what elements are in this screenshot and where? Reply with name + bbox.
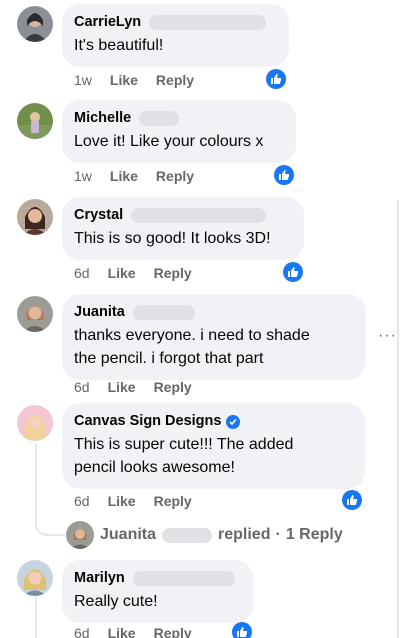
reply-button[interactable]: Reply [154, 265, 192, 281]
commenter-name[interactable]: Crystal [74, 206, 123, 225]
comment-actions: 6d Like Reply [74, 493, 192, 509]
redacted-surname [149, 15, 267, 30]
redacted-surname [131, 208, 267, 223]
reply-button[interactable]: Reply [154, 625, 192, 638]
verified-badge-icon [226, 414, 241, 429]
comment-actions: 6d Like Reply [74, 625, 192, 638]
thumbs-up-icon[interactable] [274, 165, 294, 185]
reply-action-text: replied [218, 526, 271, 543]
avatar[interactable] [17, 199, 53, 235]
comment-text-line-2: pencil looks awesome! [74, 459, 235, 476]
commenter-name[interactable]: Marilyn [74, 569, 125, 588]
reply-thread-line [35, 444, 65, 536]
reply-thread-line [35, 597, 37, 638]
view-replies-link[interactable]: Juanita replied · 1 Reply [66, 521, 343, 549]
avatar[interactable] [17, 296, 53, 332]
comment-actions: 1w Like Reply [74, 72, 194, 88]
comment-bubble[interactable]: CarrieLyn It's beautiful! [62, 4, 289, 67]
comment-text: Love it! Like your colours x [74, 133, 264, 150]
thumbs-up-icon[interactable] [232, 622, 252, 638]
timestamp[interactable]: 6d [74, 379, 90, 395]
comment-bubble[interactable]: Juanita thanks everyone. i need to shade… [62, 294, 366, 380]
reply-author-name: Juanita [100, 526, 157, 543]
like-button[interactable]: Like [108, 625, 136, 638]
thumbs-up-icon[interactable] [342, 490, 362, 510]
comment-actions: 6d Like Reply [74, 265, 192, 281]
redacted-surname [132, 305, 195, 320]
avatar[interactable] [17, 103, 53, 139]
comment-actions: 1w Like Reply [74, 168, 194, 184]
comment-text: This is so good! It looks 3D! [74, 230, 271, 247]
commenter-name[interactable]: Juanita [74, 303, 125, 322]
like-button[interactable]: Like [108, 265, 136, 281]
timestamp[interactable]: 1w [74, 72, 92, 88]
avatar [66, 521, 94, 549]
commenter-name[interactable]: Canvas Sign Designs [74, 412, 221, 431]
commenter-name[interactable]: Michelle [74, 109, 131, 128]
redacted-surname [132, 571, 235, 586]
comment-text-line-1: thanks everyone. i need to shade [74, 327, 310, 344]
timestamp[interactable]: 6d [74, 493, 90, 509]
separator-dot: · [275, 526, 281, 543]
timestamp[interactable]: 1w [74, 168, 92, 184]
reply-count: 1 Reply [285, 526, 343, 543]
avatar[interactable] [17, 405, 53, 441]
timestamp[interactable]: 6d [74, 625, 90, 638]
comment-bubble[interactable]: Marilyn Really cute! [62, 560, 253, 623]
comment-text: Really cute! [74, 593, 158, 610]
comment-bubble[interactable]: Canvas Sign Designs This is super cute!!… [62, 403, 365, 489]
commenter-name[interactable]: CarrieLyn [74, 13, 141, 32]
scroll-edge-divider [397, 200, 399, 638]
comment-bubble[interactable]: Crystal This is so good! It looks 3D! [62, 197, 304, 260]
timestamp[interactable]: 6d [74, 265, 90, 281]
like-button[interactable]: Like [108, 379, 136, 395]
redacted-surname [139, 111, 180, 126]
comment-text-line-2: the pencil. i forgot that part [74, 350, 264, 367]
like-button[interactable]: Like [110, 72, 138, 88]
comment-actions: 6d Like Reply [74, 379, 192, 395]
reply-button[interactable]: Reply [156, 168, 194, 184]
reply-button[interactable]: Reply [154, 493, 192, 509]
avatar[interactable] [17, 560, 53, 596]
comment-text: It's beautiful! [74, 37, 164, 54]
reply-button[interactable]: Reply [154, 379, 192, 395]
avatar[interactable] [17, 6, 53, 42]
reply-button[interactable]: Reply [156, 72, 194, 88]
comment-bubble[interactable]: Michelle Love it! Like your colours x [62, 100, 296, 163]
more-options-icon[interactable]: ··· [378, 327, 397, 345]
like-button[interactable]: Like [110, 168, 138, 184]
comment-text-line-1: This is super cute!!! The added [74, 436, 294, 453]
thumbs-up-icon[interactable] [283, 262, 303, 282]
redacted-surname [162, 527, 213, 543]
like-button[interactable]: Like [108, 493, 136, 509]
thumbs-up-icon[interactable] [266, 69, 286, 89]
